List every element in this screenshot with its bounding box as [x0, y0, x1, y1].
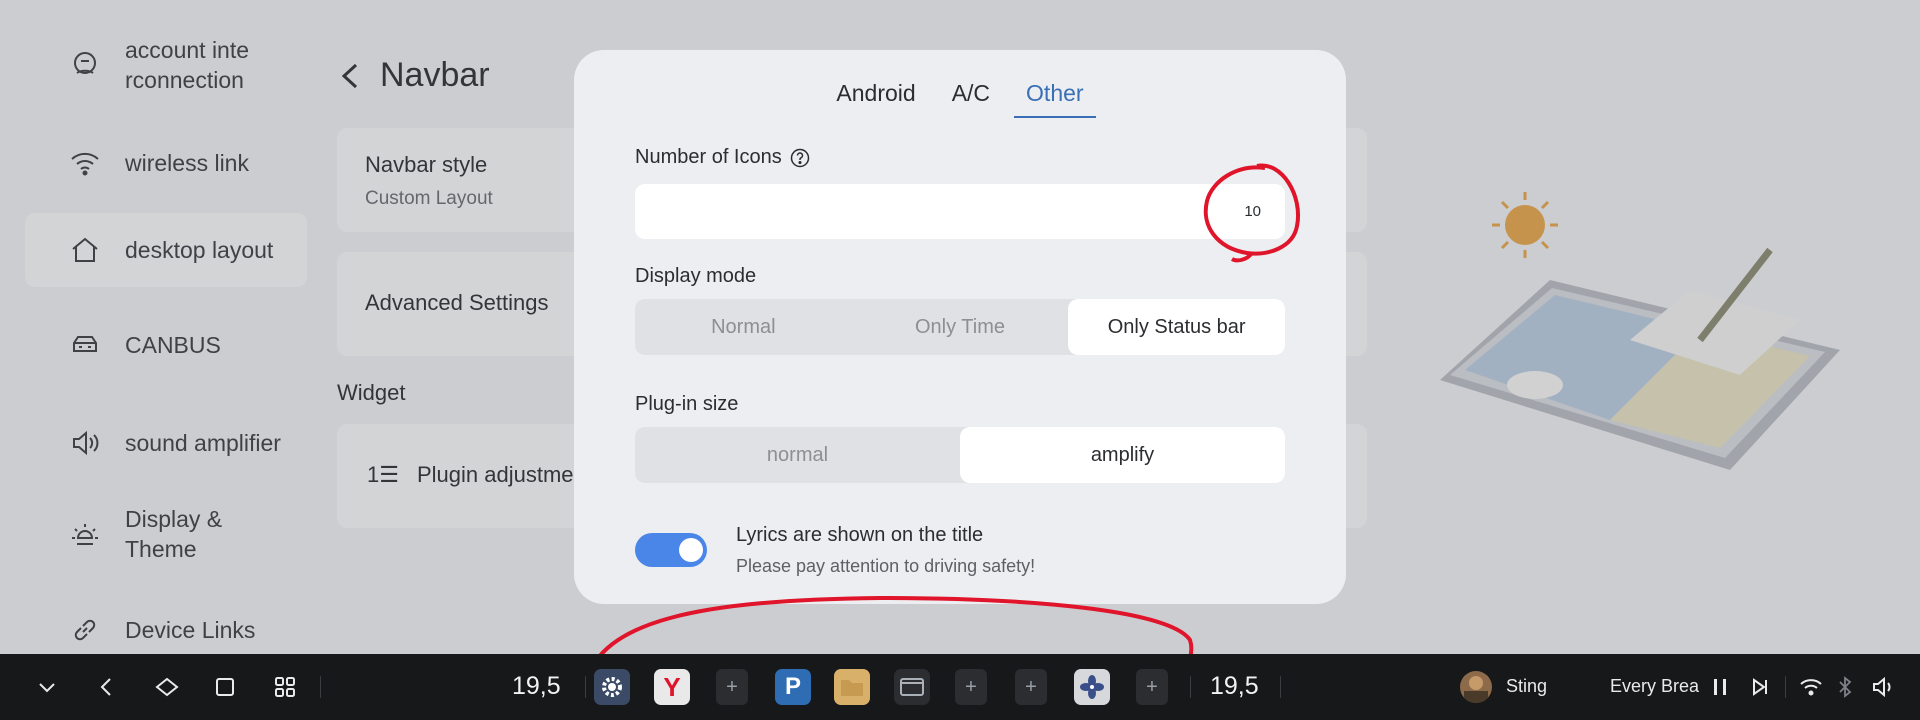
lyrics-subtitle: Please pay attention to driving safety! [736, 556, 1036, 576]
clock-right: 19,5 [1210, 672, 1259, 700]
display-mode-label: Display mode [635, 265, 757, 287]
add-app-icon[interactable]: + [1015, 669, 1047, 705]
clock-left: 19,5 [512, 672, 561, 700]
lyrics-toggle[interactable] [635, 533, 707, 567]
display-mode-segmented: Normal Only Time Only Status bar [635, 299, 1286, 355]
tab-other[interactable]: Other [1014, 72, 1096, 118]
taskbar: 19,5 Y + P + + + 19,5 Sting Every Brea [0, 654, 1920, 720]
folder-icon[interactable] [834, 669, 870, 705]
wifi-status-icon[interactable] [1796, 672, 1826, 702]
next-track-icon[interactable] [1745, 672, 1775, 702]
recents-icon[interactable] [210, 672, 240, 702]
pause-icon[interactable] [1705, 672, 1735, 702]
navbar-settings-dialog: Android A/C Other Number of Icons 10 Dis… [574, 50, 1346, 604]
bluetooth-icon[interactable] [1830, 672, 1860, 702]
screen-icon[interactable] [894, 669, 930, 705]
tab-android[interactable]: Android [824, 72, 927, 118]
divider [585, 676, 586, 698]
home-nav-icon[interactable] [152, 672, 182, 702]
help-icon[interactable] [790, 148, 810, 168]
music-title: Every Brea [1610, 676, 1700, 696]
plugin-size-normal[interactable]: normal [635, 427, 960, 483]
back-nav-icon[interactable] [92, 672, 122, 702]
add-app-icon[interactable]: + [716, 669, 748, 705]
collapse-icon[interactable] [32, 672, 62, 702]
divider [1190, 676, 1191, 698]
tab-ac[interactable]: A/C [940, 72, 1002, 118]
display-mode-only-status-bar[interactable]: Only Status bar [1068, 299, 1286, 355]
parking-icon[interactable]: P [775, 669, 811, 705]
divider [1280, 676, 1281, 698]
app-grid-icon[interactable] [270, 672, 300, 702]
display-mode-normal[interactable]: Normal [635, 299, 852, 355]
yandex-icon[interactable]: Y [654, 669, 690, 705]
plugin-size-segmented: normal amplify [635, 427, 1285, 483]
display-mode-only-time[interactable]: Only Time [852, 299, 1069, 355]
icons-count-slider[interactable]: 10 [635, 163, 1301, 263]
fan-icon[interactable] [1074, 669, 1110, 705]
plugin-size-label: Plug-in size [635, 393, 739, 415]
lyrics-title: Lyrics are shown on the title [736, 524, 984, 546]
add-app-icon[interactable]: + [1136, 669, 1168, 705]
divider [1785, 676, 1786, 698]
dialog-tabs: Android A/C Other [574, 72, 1346, 118]
icons-count-label: Number of Icons [635, 146, 782, 168]
album-art[interactable] [1460, 671, 1492, 703]
red-circle-annotation [1203, 163, 1301, 263]
music-artist: Sting [1506, 676, 1548, 696]
toggle-knob [679, 538, 703, 562]
plugin-size-amplify[interactable]: amplify [960, 427, 1285, 483]
icons-count-label-row: Number of Icons [635, 146, 810, 169]
settings-icon[interactable] [594, 669, 630, 705]
divider [320, 676, 321, 698]
add-app-icon[interactable]: + [955, 669, 987, 705]
volume-icon[interactable] [1868, 672, 1898, 702]
